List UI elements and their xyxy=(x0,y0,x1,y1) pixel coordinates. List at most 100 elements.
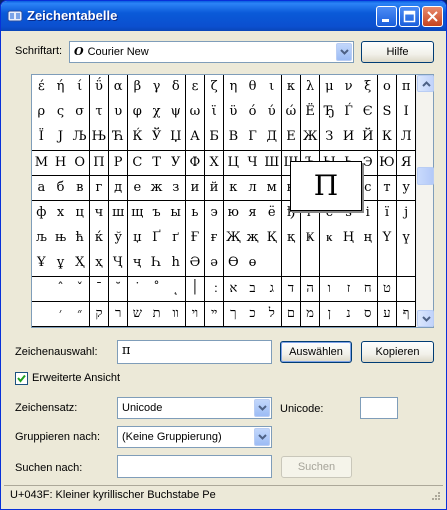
character-cell[interactable]: ף xyxy=(396,301,417,328)
character-cell[interactable]: ε xyxy=(185,75,206,101)
character-cell[interactable]: Д xyxy=(262,125,283,152)
character-cell[interactable]: ω xyxy=(185,100,206,126)
character-cell[interactable]: Ї xyxy=(32,125,52,152)
character-cell[interactable]: М xyxy=(32,150,52,177)
character-cell[interactable]: π xyxy=(396,75,417,101)
character-cell[interactable]: Қ xyxy=(262,226,283,252)
unicode-input[interactable] xyxy=(360,397,398,419)
character-cell[interactable]: ΰ xyxy=(89,75,110,101)
character-cell[interactable]: Г xyxy=(243,125,263,152)
character-cell[interactable]: Ю xyxy=(377,150,398,177)
scroll-down-button[interactable] xyxy=(417,310,434,327)
character-cell[interactable]: П xyxy=(89,150,110,177)
character-cell[interactable]: ר xyxy=(108,301,129,328)
character-cell[interactable]: ו xyxy=(320,276,340,303)
character-cell[interactable]: ґ xyxy=(166,226,187,252)
character-cell[interactable]: א xyxy=(224,276,244,303)
character-cell[interactable] xyxy=(377,251,398,278)
character-cell[interactable]: Ґ xyxy=(147,226,167,252)
character-cell[interactable] xyxy=(281,251,302,278)
character-cell[interactable]: ч xyxy=(89,201,110,227)
character-cell[interactable]: ך xyxy=(224,301,244,328)
character-cell[interactable]: І xyxy=(396,100,417,126)
character-cell[interactable]: װ xyxy=(166,301,187,328)
character-cell[interactable] xyxy=(396,276,417,303)
character-cell[interactable]: ρ xyxy=(32,100,52,126)
character-cell[interactable]: ө xyxy=(243,251,263,278)
character-cell[interactable]: м xyxy=(262,175,283,202)
copy-button[interactable]: Kopieren xyxy=(361,341,434,363)
character-cell[interactable]: қ xyxy=(281,226,302,252)
character-cell[interactable]: ע xyxy=(377,301,398,328)
character-cell[interactable]: ф xyxy=(32,201,52,227)
character-cell[interactable]: ό xyxy=(243,100,263,126)
character-cell[interactable]: е xyxy=(128,175,148,202)
character-cell[interactable]: ν xyxy=(339,75,359,101)
maximize-button[interactable] xyxy=(399,6,420,27)
character-cell[interactable] xyxy=(32,276,52,303)
character-cell[interactable]: ל xyxy=(262,301,283,328)
character-cell[interactable]: ұ xyxy=(51,251,71,278)
character-cell[interactable]: Њ xyxy=(89,125,110,152)
character-cell[interactable]: һ xyxy=(166,251,187,278)
character-cell[interactable]: Ќ xyxy=(128,125,148,152)
character-cell[interactable]: ү xyxy=(396,226,417,252)
character-cell[interactable]: ή xyxy=(51,75,71,101)
character-cell[interactable]: δ xyxy=(166,75,187,101)
character-cell[interactable]: ׳ xyxy=(51,301,71,328)
grid-scrollbar[interactable] xyxy=(416,75,434,327)
character-cell[interactable]: ˚ xyxy=(147,276,167,303)
character-cell[interactable] xyxy=(32,301,52,328)
character-cell[interactable]: ј xyxy=(396,201,417,227)
character-cell[interactable]: Ж xyxy=(300,125,321,152)
character-cell[interactable]: ғ xyxy=(204,226,225,252)
character-cell[interactable]: β xyxy=(128,75,148,101)
character-cell[interactable]: ט xyxy=(377,276,398,303)
character-cell[interactable]: я xyxy=(243,201,263,227)
character-cell[interactable]: Ц xyxy=(224,150,244,177)
character-cell[interactable]: ה xyxy=(300,276,321,303)
character-cell[interactable] xyxy=(339,251,359,278)
scroll-thumb[interactable] xyxy=(417,167,434,185)
character-cell[interactable]: ˇ xyxy=(70,276,91,303)
character-cell[interactable] xyxy=(396,251,417,278)
character-cell[interactable]: Й xyxy=(358,125,379,152)
character-cell[interactable]: Ё xyxy=(300,100,321,126)
character-cell[interactable]: ם xyxy=(281,301,302,328)
character-cell[interactable] xyxy=(358,251,379,278)
character-cell[interactable]: б xyxy=(51,175,71,202)
character-cell[interactable]: כ xyxy=(243,301,263,328)
character-cell[interactable]: ש xyxy=(128,301,148,328)
character-cell[interactable]: γ xyxy=(147,75,167,101)
resize-grip-icon[interactable] xyxy=(429,491,441,503)
character-cell[interactable]: Ў xyxy=(147,125,167,152)
title-bar[interactable]: Zeichentabelle xyxy=(1,1,446,31)
character-cell[interactable]: ד xyxy=(281,276,302,303)
character-cell[interactable]: Җ xyxy=(224,226,244,252)
search-button[interactable]: Suchen xyxy=(281,456,352,478)
character-cell[interactable]: Я xyxy=(396,150,417,177)
character-cell[interactable]: Ү xyxy=(377,226,398,252)
character-cell[interactable]: У xyxy=(166,150,187,177)
character-cell[interactable]: в xyxy=(70,175,91,202)
character-cell[interactable]: ї xyxy=(377,201,398,227)
character-cell[interactable]: ת xyxy=(147,301,167,328)
character-cell[interactable]: ζ xyxy=(204,75,225,101)
character-cell[interactable]: Љ xyxy=(70,125,91,152)
character-cell[interactable]: σ xyxy=(70,100,91,126)
character-cell[interactable]: Ѕ xyxy=(377,100,398,126)
character-cell[interactable]: Ҝ xyxy=(300,226,321,252)
character-cell[interactable]: ˛ xyxy=(166,276,187,303)
select-button[interactable]: Auswählen xyxy=(280,341,352,363)
character-cell[interactable]: κ xyxy=(281,75,302,101)
character-cell[interactable]: Л xyxy=(396,125,417,152)
character-cell[interactable]: д xyxy=(108,175,129,202)
character-cell[interactable]: μ xyxy=(320,75,340,101)
character-cell[interactable]: ў xyxy=(108,226,129,252)
character-cell[interactable]: Є xyxy=(358,100,379,126)
character-cell[interactable]: ˙ xyxy=(128,276,148,303)
selection-input[interactable]: п xyxy=(117,340,272,364)
character-cell[interactable]: Һ xyxy=(147,251,167,278)
character-cell[interactable] xyxy=(300,251,321,278)
character-cell[interactable]: ύ xyxy=(262,100,283,126)
